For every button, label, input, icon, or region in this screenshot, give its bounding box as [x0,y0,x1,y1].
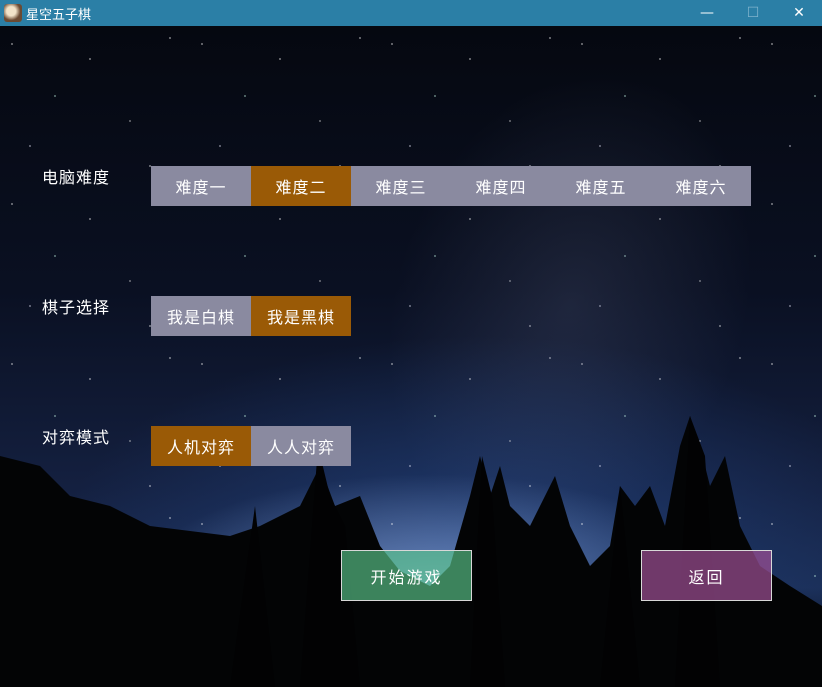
piece-option-black[interactable]: 我是黑棋 [251,296,351,336]
mode-label: 对弈模式 [42,428,111,447]
difficulty-option-1[interactable]: 难度一 [151,166,251,206]
mode-options: 人机对弈 人人对弈 [151,426,351,466]
difficulty-label: 电脑难度 [42,168,111,187]
piece-options: 我是白棋 我是黑棋 [151,296,351,336]
window-title: 星空五子棋 [26,8,92,23]
difficulty-option-6[interactable]: 难度六 [651,166,751,206]
maximize-icon: ☐ [746,5,760,21]
piece-option-white[interactable]: 我是白棋 [151,296,251,336]
piece-label: 棋子选择 [42,298,111,317]
difficulty-option-5[interactable]: 难度五 [551,166,651,206]
title-bar: 星空五子棋 — ☐ ✕ [0,0,822,26]
back-button[interactable]: 返回 [641,550,772,601]
mode-option-pve[interactable]: 人机对弈 [151,426,251,466]
difficulty-option-3[interactable]: 难度三 [351,166,451,206]
mode-option-pvp[interactable]: 人人对弈 [251,426,351,466]
close-icon[interactable]: ✕ [776,0,822,26]
app-icon [4,4,22,22]
minimize-icon[interactable]: — [684,0,730,26]
difficulty-option-2[interactable]: 难度二 [251,166,351,206]
difficulty-options: 难度一 难度二 难度三 难度四 难度五 难度六 [151,166,751,206]
difficulty-option-4[interactable]: 难度四 [451,166,551,206]
start-game-button[interactable]: 开始游戏 [341,550,472,601]
